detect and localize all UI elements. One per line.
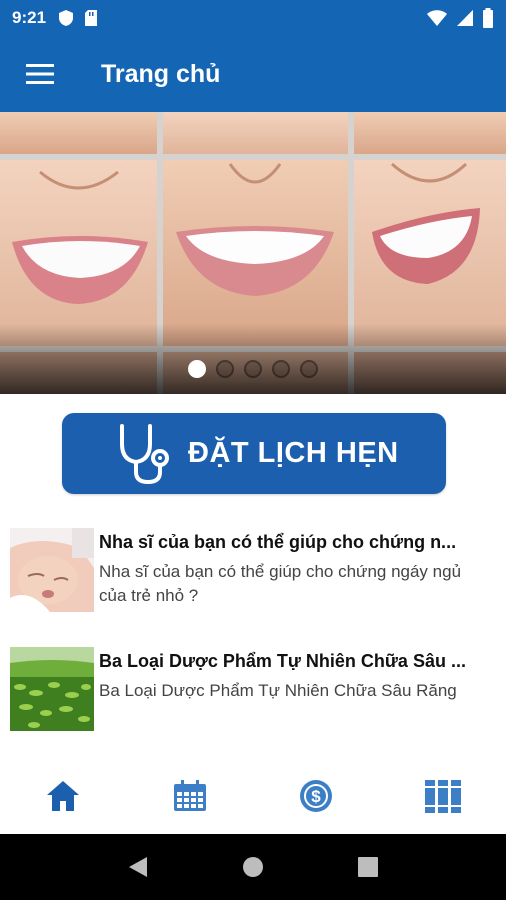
back-triangle-icon xyxy=(128,857,147,877)
carousel-dot[interactable] xyxy=(300,360,318,378)
news-description: Ba Loại Dược Phẩm Tự Nhiên Chữa Sâu Răng xyxy=(99,681,457,700)
status-time: 9:21 xyxy=(12,8,47,27)
system-navigation-bar xyxy=(0,834,506,900)
nav-library[interactable] xyxy=(380,758,506,834)
nav-calendar[interactable] xyxy=(127,758,254,834)
carousel-dot[interactable] xyxy=(216,360,234,378)
page-title: Trang chủ xyxy=(101,59,221,88)
sd-card-icon xyxy=(85,10,98,26)
home-circle-icon xyxy=(242,857,263,877)
status-bar: 9:21 xyxy=(0,0,506,36)
news-item[interactable]: Nha sĩ của bạn có thể giúp cho chứng n..… xyxy=(10,528,496,618)
back-button[interactable] xyxy=(118,847,158,887)
banner-image-smiles xyxy=(0,112,506,394)
shield-icon xyxy=(59,10,74,26)
recents-square-icon xyxy=(358,857,379,877)
stethoscope-icon xyxy=(120,423,169,484)
books-icon xyxy=(424,780,461,813)
menu-button[interactable] xyxy=(12,46,68,102)
news-item[interactable]: Ba Loại Dược Phẩm Tự Nhiên Chữa Sâu ... … xyxy=(10,647,496,737)
dollar-icon: $ xyxy=(300,780,333,812)
tea-plants-image xyxy=(10,647,94,731)
news-title: Ba Loại Dược Phẩm Tự Nhiên Chữa Sâu ... xyxy=(99,651,466,671)
app-bar: Trang chủ xyxy=(0,36,506,112)
banner-carousel[interactable] xyxy=(0,112,506,394)
menu-icon xyxy=(26,64,54,84)
baby-sleeping-image xyxy=(10,528,94,612)
calendar-icon xyxy=(173,780,206,811)
news-thumbnail xyxy=(10,647,94,731)
signal-icon xyxy=(457,10,473,26)
news-description: Nha sĩ của bạn có thể giúp cho chứng ngá… xyxy=(99,562,462,605)
carousel-dot[interactable] xyxy=(188,360,206,378)
home-icon xyxy=(47,781,80,811)
svg-text:$: $ xyxy=(312,787,322,806)
news-title: Nha sĩ của bạn có thể giúp cho chứng n..… xyxy=(99,532,457,552)
carousel-dot[interactable] xyxy=(244,360,262,378)
nav-home[interactable] xyxy=(0,758,127,834)
news-thumbnail xyxy=(10,528,94,612)
battery-icon xyxy=(483,8,493,28)
carousel-indicators xyxy=(0,360,506,378)
recents-button[interactable] xyxy=(348,847,388,887)
book-appointment-button[interactable]: ĐẶT LỊCH HẸN xyxy=(62,413,446,494)
nav-pricing[interactable]: $ xyxy=(253,758,380,834)
bottom-navigation: $ xyxy=(0,758,506,834)
wifi-icon xyxy=(427,10,447,26)
book-appointment-label: ĐẶT LỊCH HẸN xyxy=(188,437,399,469)
home-system-button[interactable] xyxy=(233,847,273,887)
carousel-dot[interactable] xyxy=(272,360,290,378)
